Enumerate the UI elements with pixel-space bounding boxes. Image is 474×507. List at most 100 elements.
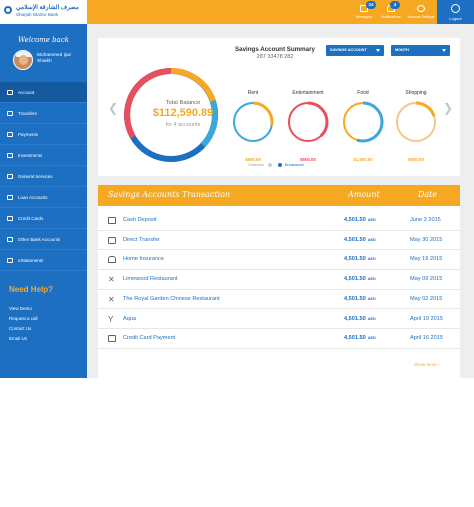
accounts-count: for 4 accounts	[165, 122, 201, 128]
user-name: Mohammed Ijaz Shaikh	[37, 53, 72, 64]
transactions-title: Savings Accounts Transaction	[108, 190, 231, 199]
currency-label: AED	[367, 257, 376, 262]
table-row[interactable]: Credit Card Payment 4,501.50 AED April 16…	[98, 329, 460, 349]
transactions-header: Savings Accounts Transaction Amount Date	[98, 185, 460, 206]
view-demo-link[interactable]: View Demo	[9, 304, 38, 314]
cutlery-icon: ✕	[108, 294, 115, 304]
notifications-button[interactable]: 4 Notifications	[376, 0, 406, 24]
account-icon	[7, 90, 13, 95]
amount-header: Amount	[348, 190, 380, 199]
messages-badge: 24	[366, 1, 376, 9]
account-type-select[interactable]: SAVINGS ACCOUNT	[326, 45, 384, 56]
period-value: MONTH	[395, 48, 409, 52]
request-call-link[interactable]: Request a call	[9, 314, 38, 324]
sidebar-item-label: eStatements	[18, 258, 44, 263]
sidebar-item-account[interactable]: Account	[0, 82, 87, 103]
transaction-description: Home Insurance	[123, 256, 165, 263]
notifications-label: Notifications	[381, 15, 401, 19]
amount-value: 4,501.50	[344, 276, 366, 283]
food-donut	[342, 101, 384, 143]
transaction-amount: 4,501.50 AED	[344, 276, 376, 282]
transaction-description: Aqua	[123, 315, 137, 322]
currency-label: AED	[367, 218, 376, 222]
currency-label: AED	[367, 277, 376, 282]
table-row[interactable]: Direct Transfer 4,501.50 AED May 30 2015	[98, 231, 460, 251]
bank-logo[interactable]: مصرف الشارقة الإسلامي Sharjah Islamic Ba…	[0, 0, 87, 24]
total-balance-amount: $112,590.89	[152, 107, 214, 119]
transaction-description: Cash Deposit	[123, 217, 157, 223]
table-row[interactable]: Home Insurance 4,501.50 AED May 19 2015	[98, 250, 460, 271]
sidebar-item-general-services[interactable]: General Services	[0, 166, 87, 187]
next-arrow-icon[interactable]: ❯	[443, 101, 453, 115]
sidebar-nav: Account Transfers Payments Investments G…	[0, 82, 87, 271]
sidebar-item-transfers[interactable]: Transfers	[0, 103, 87, 124]
statement-icon	[7, 258, 13, 263]
table-row[interactable]: Y Aqua 4,501.50 AED April 19 2015	[98, 310, 460, 330]
category-amount: $500.00	[245, 157, 261, 162]
overview-dot-icon[interactable]	[267, 163, 272, 167]
help-links: View Demo Request a call Contact Us Emai…	[9, 304, 38, 344]
breakdown-label[interactable]: Breakdown	[285, 163, 304, 167]
email-us-link[interactable]: Email Us	[9, 334, 38, 344]
sidebar-item-label: Credit Cards	[18, 216, 44, 221]
show-more-label: Show more	[414, 362, 437, 367]
account-settings-button[interactable]: Account Settings	[404, 0, 438, 24]
sidebar-item-label: Transfers	[18, 111, 37, 116]
sidebar-item-other-bank-accounts[interactable]: Other Bank Accounts	[0, 229, 87, 250]
avatar[interactable]	[13, 50, 33, 70]
sidebar-item-label: Loan Accounts	[18, 195, 48, 200]
table-row[interactable]: ✕ The Royal Garden Chinese Restaurant 4,…	[98, 290, 460, 310]
transaction-date: April 16 2015	[410, 335, 443, 342]
sidebar-item-payments[interactable]: Payments	[0, 124, 87, 145]
date-header: Date	[418, 190, 438, 199]
cash-icon	[108, 217, 116, 224]
sidebar-item-label: Payments	[18, 132, 39, 137]
transaction-date: May 02 2015	[410, 295, 443, 302]
logout-button[interactable]: Logout	[437, 0, 474, 24]
transfers-icon	[7, 111, 13, 116]
sidebar-item-investments[interactable]: Investments	[0, 145, 87, 166]
breakdown-dot-icon[interactable]	[277, 163, 282, 167]
cutlery-icon: ✕	[108, 275, 115, 285]
category-amount: $500.00	[408, 157, 424, 162]
sidebar-item-loan-accounts[interactable]: Loan Accounts	[0, 187, 87, 208]
rent-donut	[232, 101, 274, 143]
category-label: Food	[357, 90, 369, 96]
amount-value: 4,501.50	[344, 315, 366, 322]
amount-value: 4,501.50	[344, 256, 366, 263]
amount-value: 4,501.50	[344, 295, 366, 302]
home-icon	[108, 256, 116, 264]
top-bar: مصرف الشارقة الإسلامي Sharjah Islamic Ba…	[0, 0, 474, 24]
bank-dashboard: مصرف الشارقة الإسلامي Sharjah Islamic Ba…	[0, 0, 474, 507]
show-more-link[interactable]: Show more ›	[414, 362, 440, 367]
sidebar-item-estatements[interactable]: eStatements	[0, 250, 87, 271]
credit-card-icon	[7, 216, 13, 221]
welcome-text: Welcome back	[18, 36, 69, 44]
currency-label: AED	[367, 316, 376, 321]
table-row[interactable]: ✕ Limewood Restaurant 4,501.50 AED May 09…	[98, 270, 460, 290]
power-icon	[451, 4, 460, 13]
logo-english-text: Sharjah Islamic Bank	[16, 12, 59, 17]
prev-arrow-icon[interactable]: ❮	[108, 101, 118, 115]
entertainment-donut	[287, 101, 329, 143]
shopping-donut	[395, 101, 437, 143]
sidebar-item-credit-cards[interactable]: Credit Cards	[0, 208, 87, 229]
category-label: Shopping	[405, 90, 427, 96]
transaction-description: Credit Card Payment	[123, 335, 176, 342]
transaction-amount: 4,501.50 AED	[344, 316, 376, 322]
category-amount: $1,500.00	[353, 157, 373, 162]
table-row[interactable]: Cash Deposit 4,501.50 AED June 3 2015	[98, 211, 460, 231]
category-label: Entertainment	[292, 90, 324, 96]
transaction-amount: 4,501.50 AED	[344, 256, 376, 262]
transaction-description: Limewood Restaurant	[123, 276, 178, 283]
transaction-description: Direct Transfer	[123, 236, 160, 243]
contact-us-link[interactable]: Contact Us	[9, 324, 38, 334]
currency-label: AED	[367, 296, 376, 301]
sidebar-item-label: Other Bank Accounts	[18, 237, 61, 242]
transactions-card: Savings Accounts Transaction Amount Date…	[98, 185, 460, 379]
sidebar-item-label: Investments	[18, 153, 43, 158]
currency-label: AED	[367, 336, 376, 341]
period-select[interactable]: MONTH	[391, 45, 450, 56]
overview-label[interactable]: Overview	[248, 163, 264, 167]
chart-view-toggle: Overview Breakdown	[248, 163, 304, 167]
